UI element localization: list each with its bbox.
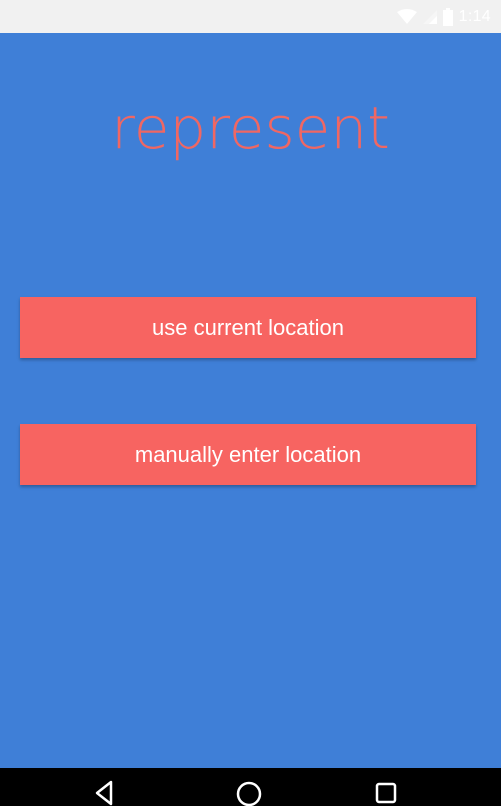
home-button[interactable] (234, 780, 264, 806)
manually-enter-location-button[interactable]: manually enter location (20, 424, 476, 485)
screen: 1:14 represent use current location manu… (0, 0, 501, 806)
signal-icon (422, 10, 437, 24)
wifi-icon (396, 9, 417, 25)
main-content: represent use current location manually … (0, 33, 501, 768)
home-icon (235, 780, 263, 806)
back-button[interactable] (89, 780, 119, 806)
status-icons: 1:14 (396, 6, 491, 28)
status-clock: 1:14 (458, 8, 491, 25)
navigation-bar (0, 768, 501, 806)
app-title: represent (111, 94, 390, 162)
recents-icon (373, 780, 399, 806)
battery-icon (442, 8, 453, 26)
status-bar: 1:14 (0, 0, 501, 33)
back-icon (92, 780, 116, 806)
recents-button[interactable] (371, 780, 401, 806)
use-current-location-button[interactable]: use current location (20, 297, 476, 358)
